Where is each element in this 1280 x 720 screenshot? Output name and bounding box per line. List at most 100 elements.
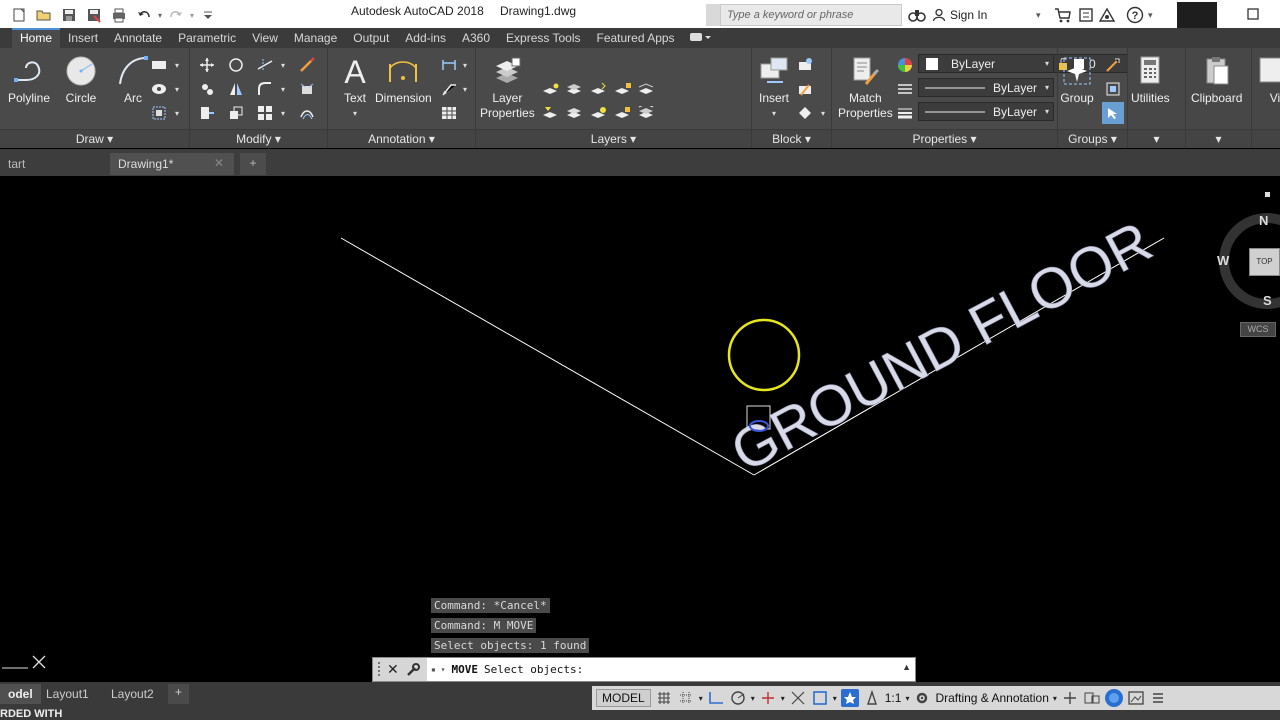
fillet-icon[interactable] <box>256 80 274 98</box>
linetype-dropdown[interactable]: ByLayer ▾ <box>918 78 1054 97</box>
help-icon[interactable]: ? <box>1126 6 1144 24</box>
ungroup-icon[interactable] <box>1104 56 1122 74</box>
insert-button[interactable]: Insert ▾ <box>757 54 791 121</box>
object-snap-dropdown-icon[interactable]: ▾ <box>833 694 837 703</box>
object-snap-tracking-icon[interactable] <box>789 689 807 707</box>
group-selection-toggle-icon[interactable] <box>1102 102 1124 124</box>
save-as-icon[interactable] <box>83 4 105 26</box>
layer-tool-7-icon[interactable] <box>566 104 584 122</box>
sign-in-dropdown-icon[interactable]: ▾ <box>1036 6 1041 24</box>
trim-dropdown-icon[interactable]: ▾ <box>281 61 285 70</box>
modify-panel-title[interactable]: Modify ▾ <box>190 129 327 148</box>
clean-screen-icon[interactable] <box>1127 689 1145 707</box>
units-icon[interactable] <box>1083 689 1101 707</box>
mirror-icon[interactable] <box>227 80 245 98</box>
annotation-panel-title[interactable]: Annotation ▾ <box>328 129 475 148</box>
exchange-icon[interactable] <box>1078 6 1094 24</box>
erase-icon[interactable] <box>298 56 316 74</box>
rectangle-dropdown-icon[interactable]: ▾ <box>175 61 179 70</box>
tab-output[interactable]: Output <box>345 28 397 48</box>
utilities-panel-title[interactable]: ▾ <box>1128 129 1185 148</box>
isodraft-icon[interactable] <box>759 689 777 707</box>
a360-icon[interactable] <box>1098 6 1116 24</box>
clipboard-panel-title[interactable]: ▾ <box>1186 129 1251 148</box>
dimension-button[interactable]: Dimension <box>375 54 432 106</box>
create-block-icon[interactable] <box>796 56 814 74</box>
help-dropdown-icon[interactable]: ▾ <box>1148 6 1153 24</box>
customization-icon[interactable] <box>1149 689 1167 707</box>
stretch-icon[interactable] <box>198 104 216 122</box>
utilities-button[interactable]: Utilities <box>1131 54 1170 106</box>
group-button[interactable]: Group <box>1060 54 1094 106</box>
leader-dropdown-icon[interactable]: ▾ <box>463 85 467 94</box>
auto-scale-icon[interactable] <box>863 689 881 707</box>
command-close-icon[interactable]: ✕ <box>387 661 399 678</box>
command-grip-icon[interactable] <box>377 661 381 679</box>
tab-home[interactable]: Home <box>12 28 61 48</box>
cart-icon[interactable] <box>1054 6 1072 24</box>
rectangle-icon[interactable] <box>150 56 168 74</box>
layer-tool-5-icon[interactable] <box>638 80 656 98</box>
plot-icon[interactable] <box>108 4 130 26</box>
trim-icon[interactable] <box>256 56 274 74</box>
gradient-dropdown-icon[interactable]: ▾ <box>175 109 179 118</box>
left-line[interactable] <box>340 237 755 476</box>
layer-tool-3-icon[interactable] <box>590 80 608 98</box>
search-input[interactable]: Type a keyword or phrase <box>720 4 902 26</box>
groups-panel-title[interactable]: Groups ▾ <box>1058 129 1127 148</box>
copy-icon[interactable] <box>198 80 216 98</box>
model-tab[interactable]: odel <box>0 684 41 704</box>
properties-panel-title[interactable]: Properties ▾ <box>832 129 1057 148</box>
snap-dropdown-icon[interactable]: ▾ <box>699 694 703 703</box>
rotate-icon[interactable] <box>227 56 245 74</box>
drawing-canvas[interactable]: GROUND FLOOR N W S TOP WCS <box>0 177 1280 685</box>
draw-panel-title[interactable]: Draw ▾ <box>0 129 189 148</box>
view-button[interactable]: Vi <box>1258 54 1280 106</box>
redo-dropdown-icon[interactable]: ▾ <box>190 11 194 20</box>
annotation-visibility-icon[interactable] <box>840 689 859 707</box>
annotation-scale[interactable]: 1:1 <box>885 691 902 705</box>
block-attributes-dropdown-icon[interactable]: ▾ <box>821 109 825 118</box>
table-icon[interactable] <box>440 104 458 122</box>
crosshair-plus-icon[interactable] <box>1061 689 1079 707</box>
lineweight-dropdown[interactable]: ByLayer ▾ <box>918 102 1054 121</box>
ortho-icon[interactable] <box>707 689 725 707</box>
viewcube-north[interactable]: N <box>1259 213 1268 228</box>
clipboard-button[interactable]: Clipboard <box>1191 54 1242 106</box>
layer-tool-2-icon[interactable] <box>566 80 584 98</box>
tab-annotate[interactable]: Annotate <box>106 28 170 48</box>
block-panel-title[interactable]: Block ▾ <box>752 129 831 148</box>
undo-icon[interactable] <box>133 4 155 26</box>
layer-tool-8-icon[interactable] <box>590 104 608 122</box>
snap-icon[interactable] <box>677 689 695 707</box>
binoculars-icon[interactable] <box>908 6 926 24</box>
lineweight-icon[interactable] <box>896 104 914 122</box>
viewport-minus-icon[interactable] <box>1265 192 1270 197</box>
explode-icon[interactable] <box>298 80 316 98</box>
workspace-gear-icon[interactable] <box>913 689 931 707</box>
array-icon[interactable] <box>256 104 274 122</box>
workspace-switch[interactable]: Drafting & Annotation <box>935 691 1048 705</box>
insert-dropdown-icon[interactable]: ▾ <box>772 106 776 121</box>
linear-dim-dropdown-icon[interactable]: ▾ <box>463 61 467 70</box>
layer-tool-1-icon[interactable] <box>542 80 560 98</box>
isodraft-dropdown-icon[interactable]: ▾ <box>781 694 785 703</box>
tab-express-tools[interactable]: Express Tools <box>498 28 588 48</box>
layer-tool-9-icon[interactable] <box>614 104 632 122</box>
viewcube[interactable]: N W S TOP WCS <box>1212 213 1280 343</box>
ground-floor-text[interactable]: GROUND FLOOR <box>721 209 1163 485</box>
block-attributes-icon[interactable] <box>796 104 814 122</box>
command-customize-icon[interactable] <box>405 662 421 678</box>
new-layout-button[interactable]: + <box>168 684 190 704</box>
hatch-icon[interactable] <box>150 80 168 98</box>
viewcube-west[interactable]: W <box>1217 253 1229 268</box>
layer-tool-6-icon[interactable] <box>542 104 560 122</box>
hatch-dropdown-icon[interactable]: ▾ <box>175 85 179 94</box>
tab-insert[interactable]: Insert <box>60 28 106 48</box>
polyline-button[interactable]: Polyline <box>8 54 50 106</box>
group-edit-icon[interactable] <box>1104 80 1122 98</box>
object-snap-icon[interactable] <box>811 689 829 707</box>
tab-a360[interactable]: A360 <box>454 28 498 48</box>
text-dropdown-icon[interactable]: ▾ <box>353 106 357 121</box>
new-icon[interactable] <box>8 4 30 26</box>
